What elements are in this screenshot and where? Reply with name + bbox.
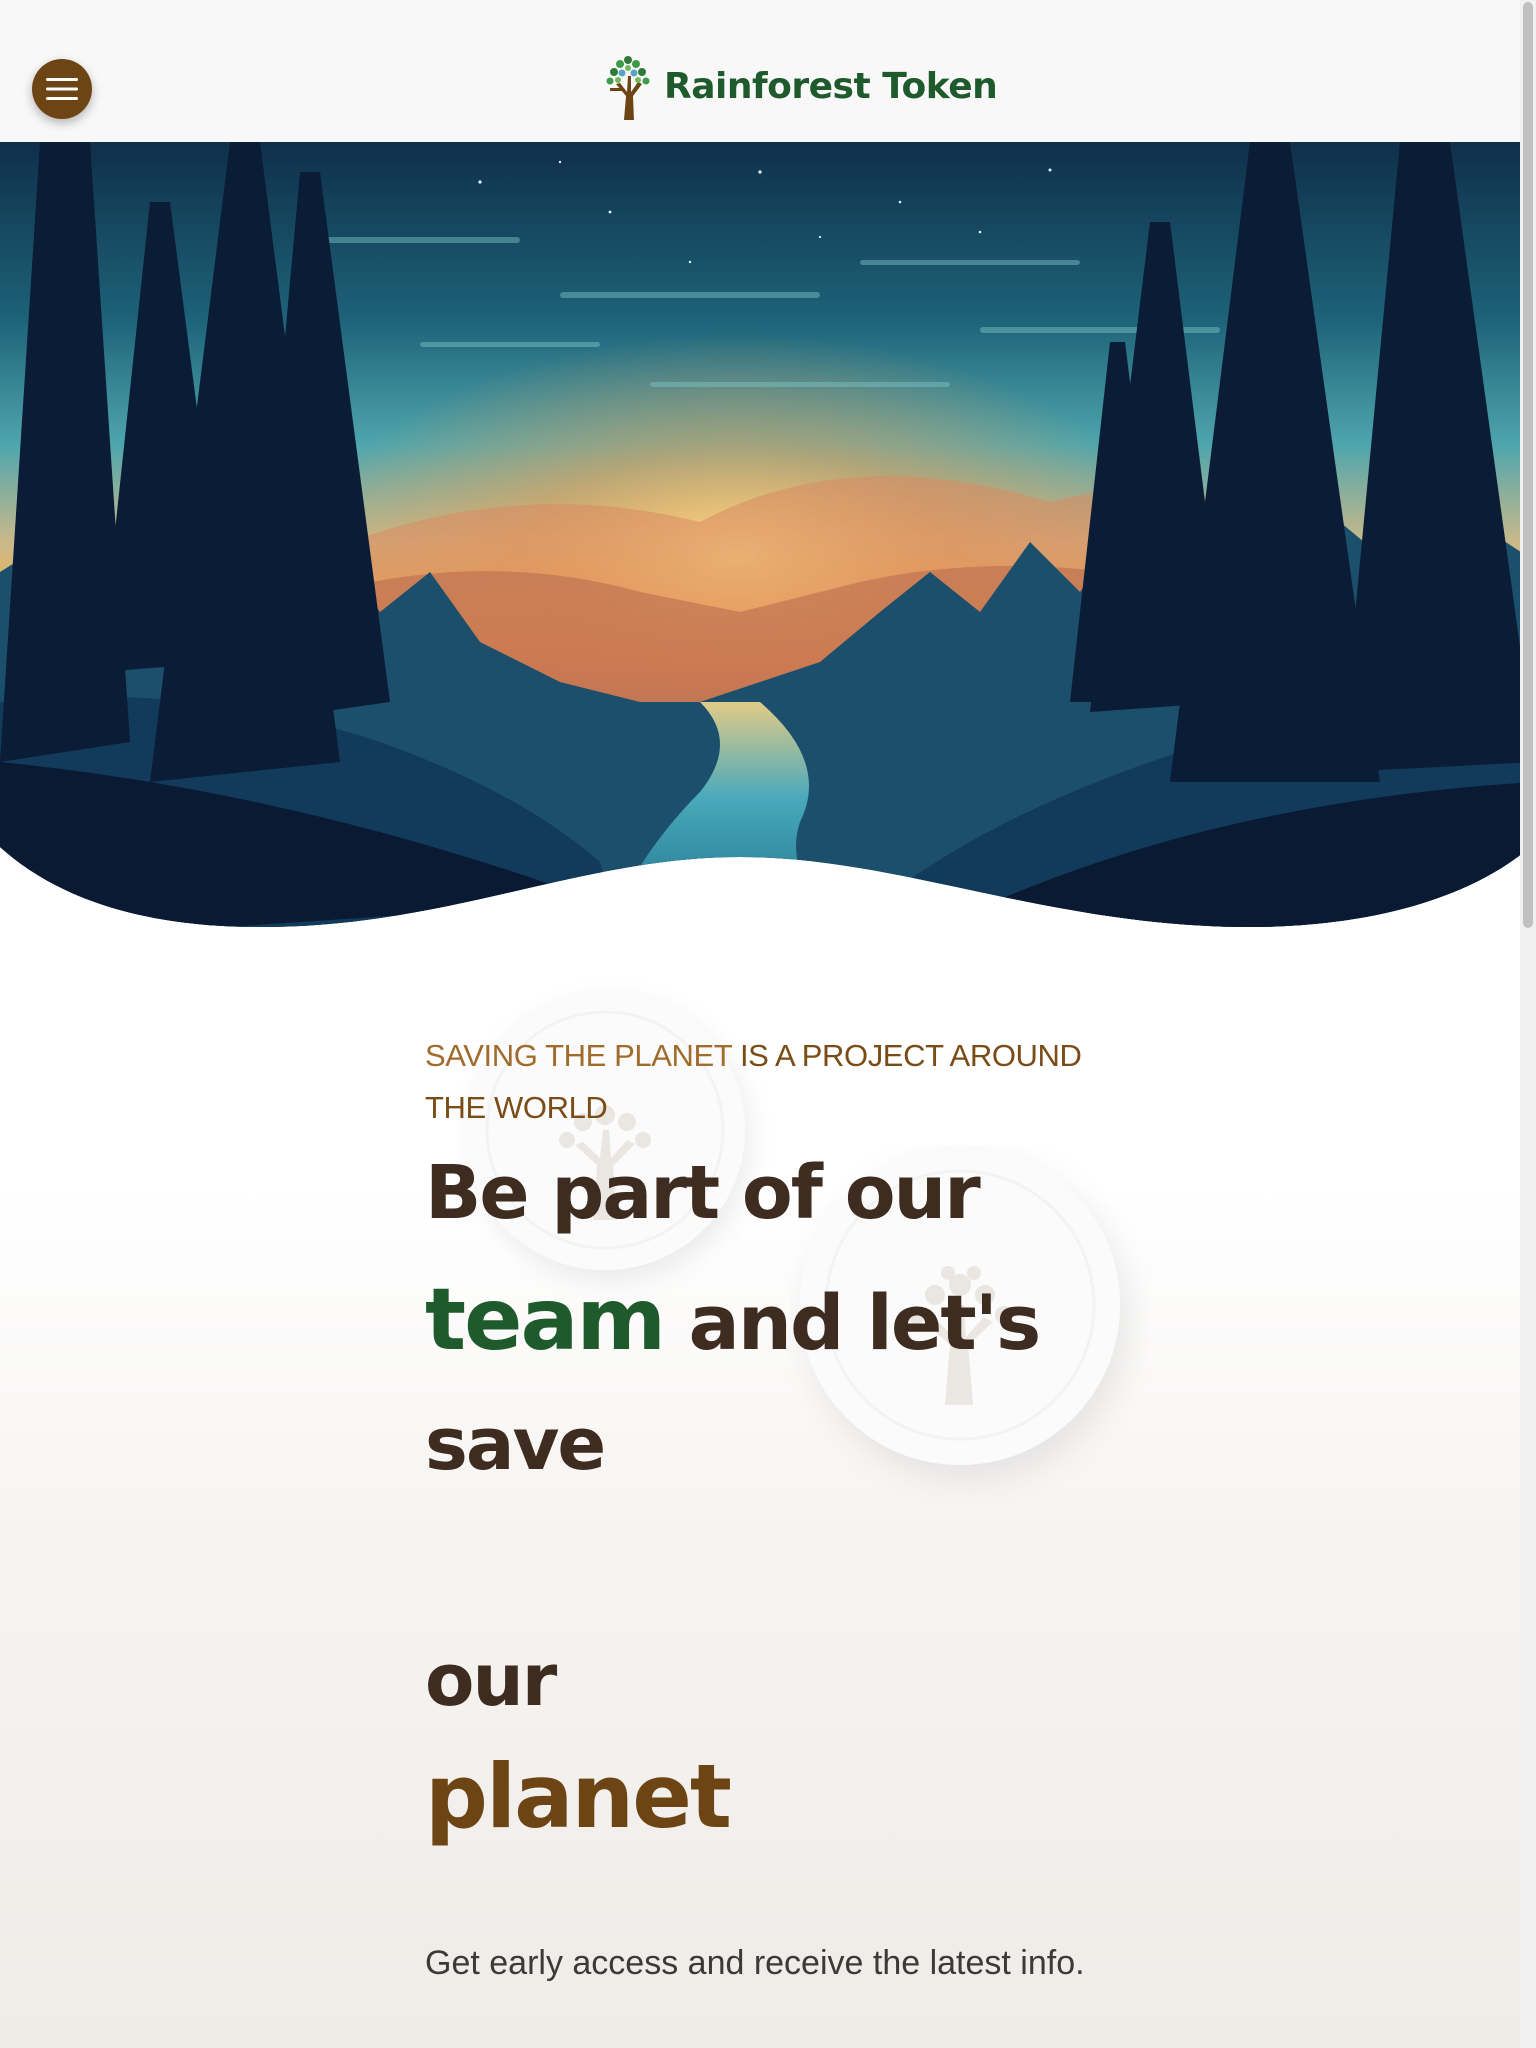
tree-logo-icon [606, 56, 650, 120]
intro-section: SAVING THE PLANET IS A PROJECT AROUND TH… [425, 1030, 1125, 1134]
scrollbar-thumb[interactable] [1523, 2, 1533, 928]
hamburger-menu-button[interactable] [32, 59, 92, 119]
brand-name: Rainforest Token [664, 65, 998, 107]
headline-line-3: save [425, 1402, 606, 1486]
subtext: Get early access and receive the latest … [425, 1944, 1085, 1982]
top-navigation-bar: Rainforest Token [0, 0, 1520, 142]
hamburger-menu-icon [46, 78, 78, 100]
decorative-coin-icon [465, 990, 745, 1270]
headline-line-2-rest: and let's [664, 1278, 1042, 1367]
headline-team-word: team [425, 1270, 666, 1370]
eyebrow-highlight: SAVING THE PLANET [425, 1038, 732, 1073]
headline-planet-word: planet [425, 1745, 732, 1848]
forest-sunset-river-illustration [0, 142, 1536, 927]
page-scrollbar[interactable] [1520, 0, 1536, 2048]
headline-line-4: our [425, 1638, 557, 1722]
brand-logo-link[interactable]: Rainforest Token [600, 52, 998, 120]
headline-line-1: Be part of our [425, 1150, 981, 1236]
eyebrow-text: SAVING THE PLANET IS A PROJECT AROUND TH… [425, 1030, 1125, 1134]
headline-line-2: team and let's [425, 1270, 1042, 1370]
